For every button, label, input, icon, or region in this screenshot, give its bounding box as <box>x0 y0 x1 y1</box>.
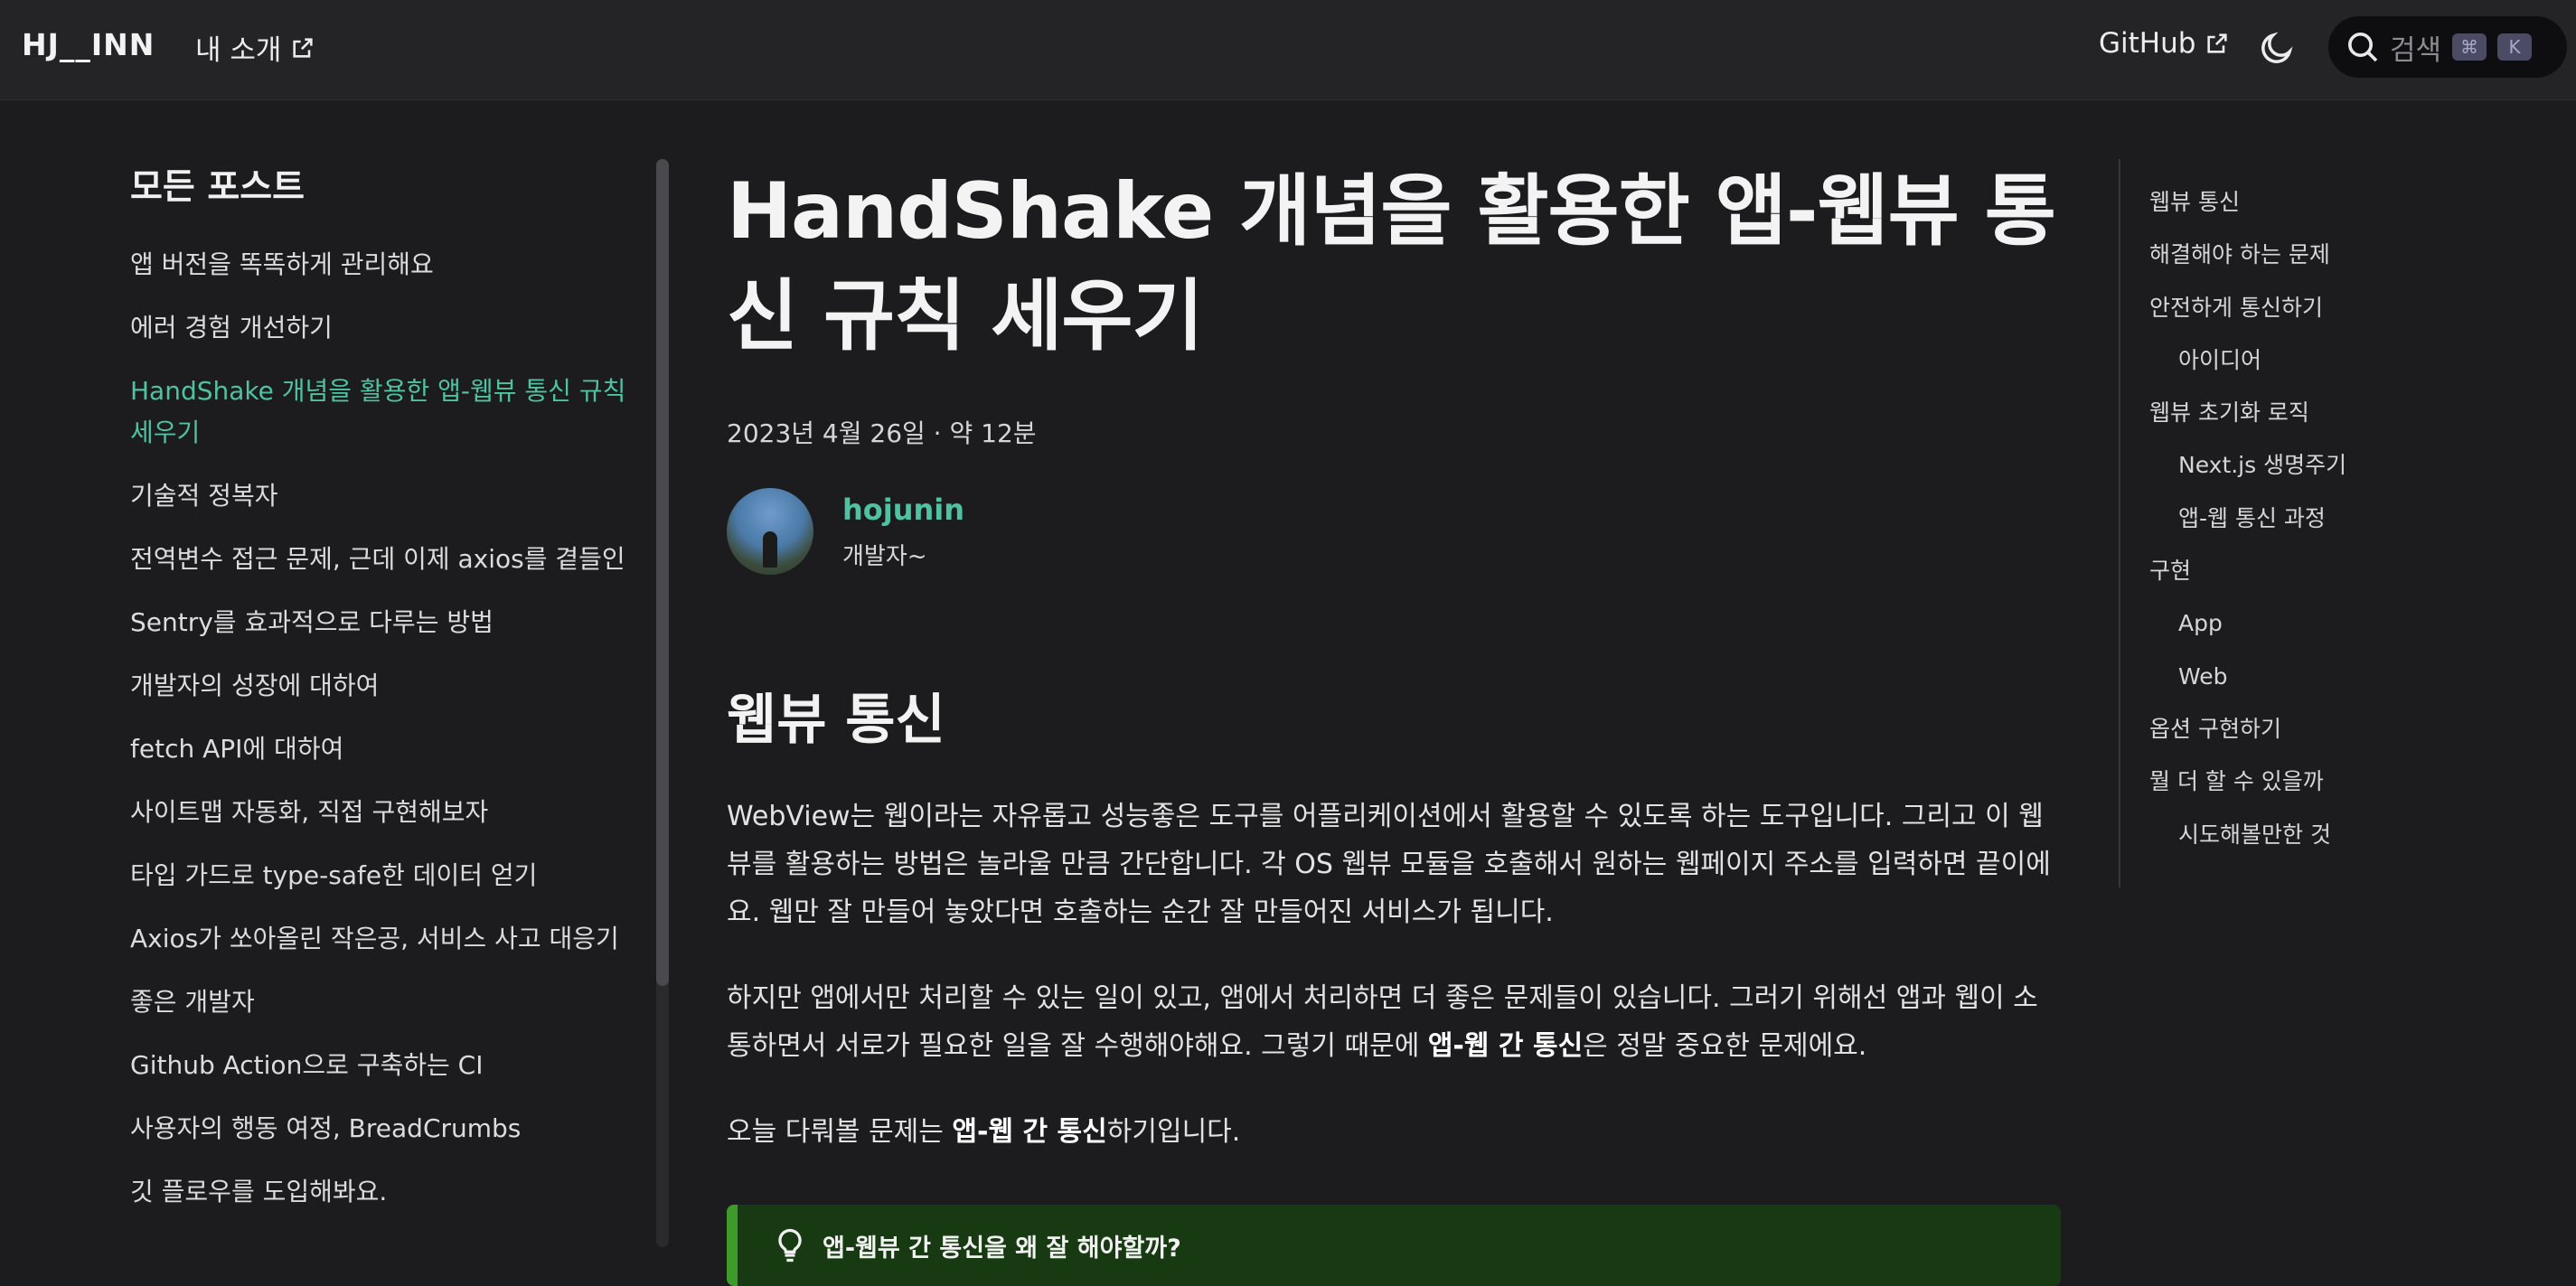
toc-item[interactable]: 옵션 구현하기 <box>2149 713 2480 765</box>
sidebar-post-link[interactable]: 앱 버전을 똑똑하게 관리해요 <box>130 244 636 286</box>
toc-subitem[interactable]: App <box>2149 607 2480 660</box>
paragraph-text: 은 정말 중요한 문제에요. <box>1583 1030 1867 1062</box>
author-card: hojunin 개발자~ <box>727 488 2061 575</box>
sidebar-post-link[interactable]: 사이트맵 자동화, 직접 구현해보자 <box>130 792 636 833</box>
lightbulb-icon <box>778 1228 802 1263</box>
toc-item[interactable]: 뭘 더 할 수 있을까 <box>2149 765 2480 818</box>
sidebar-post-link[interactable]: fetch API에 대하여 <box>130 728 636 770</box>
toc-item[interactable]: 웹뷰 초기화 로직 <box>2149 397 2480 449</box>
nav-about-link[interactable]: 내 소개 <box>195 27 315 68</box>
sidebar-post-link-active[interactable]: HandShake 개념을 활용한 앱-웹뷰 통신 규칙 세우기 <box>130 371 636 454</box>
toc-item[interactable]: 안전하게 통신하기 <box>2149 292 2480 344</box>
article-paragraph: 하지만 앱에서만 처리할 수 있는 일이 있고, 앱에서 처리하면 더 좋은 문… <box>727 974 2061 1070</box>
sidebar-post-link[interactable]: 전역변수 접근 문제, 근데 이제 axios를 곁들인 <box>130 539 636 580</box>
sidebar-post-link[interactable]: 사용자의 행동 여정, BreadCrumbs <box>130 1108 636 1150</box>
toc-subitem[interactable]: 앱-웹 통신 과정 <box>2149 502 2480 555</box>
moon-icon <box>2261 32 2293 63</box>
section-heading: 웹뷰 통신 <box>727 689 945 752</box>
sidebar-post-link[interactable]: Axios가 쏘아올린 작은공, 서비스 사고 대응기 <box>130 918 636 960</box>
toc-item[interactable]: 구현 <box>2149 555 2480 607</box>
sidebar-post-link[interactable]: 에러 경험 개선하기 <box>130 307 636 349</box>
callout-box: 앱-웹뷰 간 통신을 왜 잘 해야할까? <box>727 1205 2061 1286</box>
sidebar-post-link[interactable]: 깃 플로우를 도입해봐요. <box>130 1171 636 1213</box>
search-icon <box>2348 33 2378 62</box>
article-title: HandShake 개념을 활용한 앱-웹뷰 통신 규칙 세우기 <box>727 166 2056 361</box>
paragraph-text: 하기입니다. <box>1106 1116 1241 1148</box>
author-role: 개발자~ <box>842 542 927 570</box>
article: HandShake 개념을 활용한 앱-웹뷰 통신 규칙 세우기 2023년 4… <box>727 159 2061 1286</box>
paragraph-text: 오늘 다뤄볼 문제는 <box>727 1116 953 1148</box>
external-link-icon <box>293 37 314 58</box>
callout-text: 앱-웹뷰 간 통신을 왜 잘 해야할까? <box>823 1234 1181 1263</box>
sidebar-post-link[interactable]: 타입 가드로 type-safe한 데이터 얻기 <box>130 855 636 896</box>
shortcut-cmd-key: ⌘ <box>2452 33 2487 61</box>
external-link-icon <box>2207 33 2228 53</box>
table-of-contents: 웹뷰 통신 해결해야 하는 문제 안전하게 통신하기 아이디어 웹뷰 초기화 로… <box>2119 159 2480 887</box>
article-meta: 2023년 4월 26일 · 약 12분 <box>727 418 1037 448</box>
nav-about-label: 내 소개 <box>195 34 282 67</box>
article-paragraph: WebView는 웹이라는 자유롭고 성능좋은 도구를 어플리케이션에서 활용할… <box>727 801 2051 928</box>
sidebar-post-link[interactable]: 기술적 정복자 <box>130 475 636 517</box>
paragraph-bold-text: 앱-웹 간 통신 <box>952 1116 1107 1148</box>
sidebar-post-link[interactable]: Sentry를 효과적으로 다루는 방법 <box>130 602 636 643</box>
avatar <box>727 488 813 575</box>
toc-subitem[interactable]: Next.js 생명주기 <box>2149 449 2480 502</box>
post-list-sidebar: 모든 포스트 앱 버전을 똑똑하게 관리해요 에러 경험 개선하기 HandSh… <box>130 159 636 1234</box>
sidebar-title: 모든 포스트 <box>130 167 305 208</box>
sidebar-post-link[interactable]: 좋은 개발자 <box>130 981 636 1023</box>
nav-github-link[interactable]: GitHub <box>2099 27 2230 60</box>
article-paragraph: 오늘 다뤄볼 문제는 앱-웹 간 통신하기입니다. <box>727 1108 2061 1156</box>
toc-subitem[interactable]: Web <box>2149 661 2480 713</box>
site-logo[interactable]: HJ__INN <box>22 27 155 62</box>
toc-subitem[interactable]: 시도해볼만한 것 <box>2149 819 2480 871</box>
search-button[interactable]: 검색 ⌘ K <box>2328 16 2567 78</box>
shortcut-k-key: K <box>2497 33 2533 61</box>
sidebar-post-link[interactable]: Github Action으로 구축하는 CI <box>130 1045 636 1086</box>
theme-toggle-button[interactable] <box>2258 29 2296 67</box>
nav-github-label: GitHub <box>2099 27 2196 60</box>
sidebar-post-link[interactable]: 개발자의 성장에 대하여 <box>130 665 636 707</box>
author-name[interactable]: hojunin <box>842 493 964 527</box>
sidebar-scroll-thumb[interactable] <box>656 159 669 986</box>
top-header: HJ__INN 내 소개 GitHub 검색 ⌘ K <box>0 0 2576 100</box>
toc-subitem[interactable]: 아이디어 <box>2149 344 2480 397</box>
search-placeholder: 검색 <box>2390 33 2442 67</box>
paragraph-bold-text: 앱-웹 간 통신 <box>1427 1030 1584 1062</box>
sidebar-scrollbar[interactable] <box>656 159 669 1247</box>
toc-item[interactable]: 웹뷰 통신 <box>2149 186 2480 239</box>
toc-item[interactable]: 해결해야 하는 문제 <box>2149 239 2480 291</box>
